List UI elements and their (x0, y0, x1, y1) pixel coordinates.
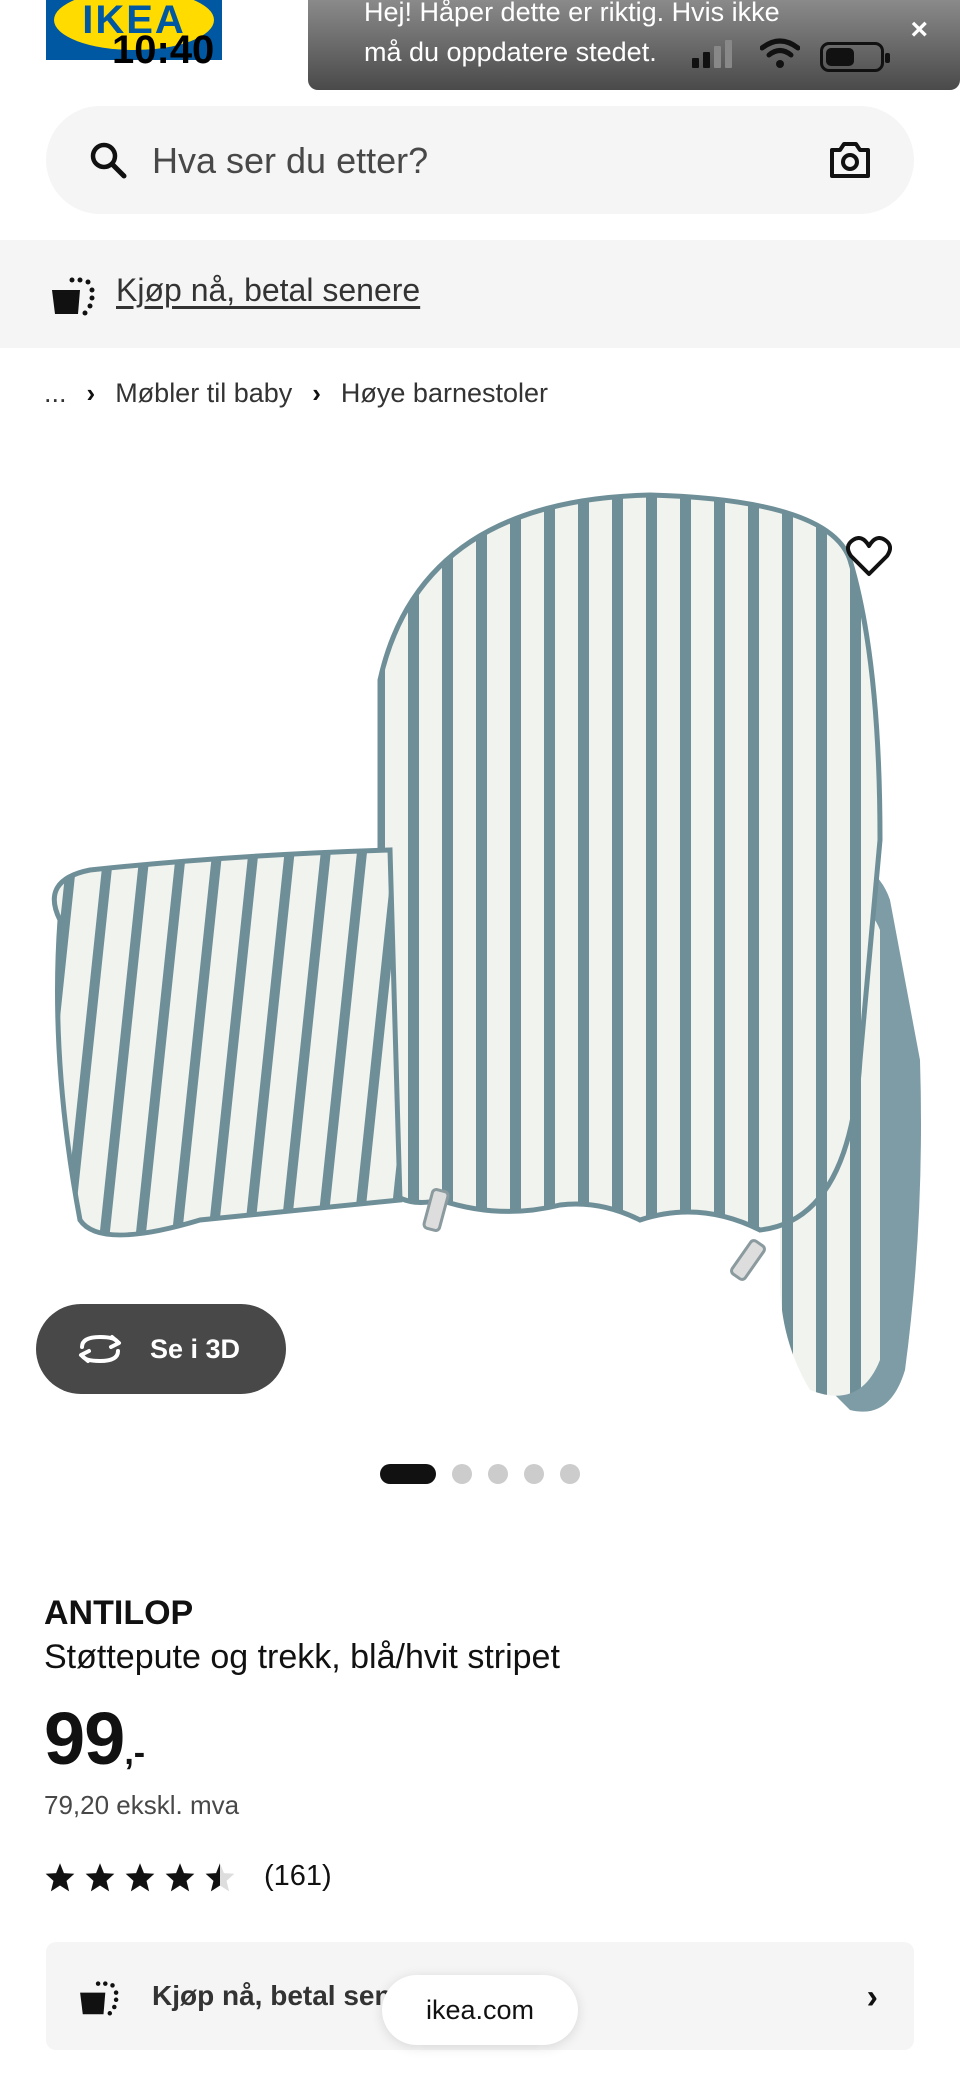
star-icon (85, 1862, 115, 1891)
product-rating[interactable]: (161) (44, 1860, 332, 1893)
half-star-icon (205, 1862, 235, 1891)
price-excl-vat: 79,20 ekskl. mva (44, 1790, 240, 1820)
location-toast[interactable]: Hej! Håper dette er riktig. Hvis ikke må… (308, 0, 960, 90)
image-carousel-indicator (380, 1464, 580, 1484)
product-brand: ANTILOP (44, 1594, 194, 1632)
battery-icon (820, 42, 890, 72)
heart-icon[interactable] (846, 536, 892, 578)
cellular-signal-icon (692, 40, 732, 68)
wifi-icon (760, 38, 800, 68)
breadcrumb: ... › Møbler til baby › Høye barnestoler (44, 378, 548, 409)
star-icon (165, 1862, 195, 1891)
rating-count[interactable]: (161) (264, 1860, 332, 1893)
carousel-dot[interactable] (524, 1464, 544, 1484)
close-icon[interactable]: × (910, 12, 928, 48)
pay-later-banner[interactable]: Kjøp nå, betal senere (0, 240, 960, 348)
product-image[interactable] (0, 460, 960, 1430)
pay-later-link[interactable]: Kjøp nå, betal senere (116, 272, 420, 309)
breadcrumb-item-high-chairs[interactable]: Høye barnestoler (341, 378, 548, 409)
search-icon (90, 142, 127, 179)
camera-icon[interactable] (828, 140, 872, 180)
product-description: Støttepute og trekk, blå/hvit stripet (44, 1638, 560, 1676)
carousel-dot[interactable] (488, 1464, 508, 1484)
toast-text-line2: må du oppdatere stedet. (364, 37, 657, 67)
rotate-3d-icon (79, 1334, 121, 1364)
breadcrumb-ellipsis[interactable]: ... (44, 378, 67, 409)
product-price: 99,- (44, 1696, 145, 1781)
shopping-bag-icon (80, 1981, 119, 2016)
carousel-dot[interactable] (560, 1464, 580, 1484)
breadcrumb-item-baby-furniture[interactable]: Møbler til baby (115, 378, 292, 409)
see-in-3d-label: Se i 3D (150, 1333, 241, 1364)
browser-url-pill[interactable]: ikea.com (382, 1975, 578, 2045)
see-in-3d-button[interactable]: Se i 3D (36, 1304, 286, 1394)
star-icon (45, 1862, 75, 1891)
star-icon (125, 1862, 155, 1891)
chevron-right-icon: › (312, 378, 321, 408)
chevron-right-icon: › (86, 378, 96, 408)
carousel-dot[interactable] (452, 1464, 472, 1484)
status-time: 10:40 (112, 28, 215, 72)
chevron-right-icon: › (866, 1978, 878, 2016)
search-input[interactable]: Hva ser du etter? (152, 140, 428, 182)
carousel-dot[interactable] (380, 1464, 436, 1484)
toast-text-line1: Hej! Håper dette er riktig. Hvis ikke (364, 0, 780, 27)
search-bar[interactable]: Hva ser du etter? (46, 106, 914, 214)
shopping-bag-icon (52, 277, 95, 316)
price-suffix: ,- (124, 1734, 146, 1772)
price-main: 99 (44, 1697, 125, 1780)
